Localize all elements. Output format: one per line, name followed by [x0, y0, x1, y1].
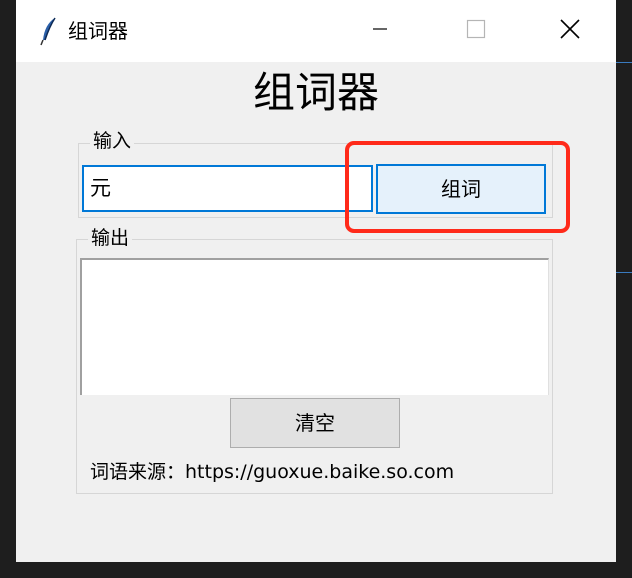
- title-bar[interactable]: 组词器: [16, 0, 616, 62]
- page-title: 组词器: [252, 68, 379, 117]
- minimize-button[interactable]: [362, 14, 398, 48]
- maximize-icon: [466, 19, 486, 43]
- close-button[interactable]: [552, 14, 588, 48]
- close-icon: [559, 18, 581, 44]
- output-group-label: 输出: [88, 227, 133, 249]
- background-editor: [616, 0, 632, 578]
- highlight-annotation: [345, 141, 570, 233]
- minimize-icon: [372, 21, 388, 41]
- clear-button[interactable]: 清空: [230, 398, 400, 448]
- background-line: [616, 272, 632, 273]
- feather-icon: [38, 16, 60, 46]
- maximize-button[interactable]: [458, 14, 494, 48]
- source-label: 词语来源：https://guoxue.baike.so.com: [90, 461, 455, 483]
- word-input[interactable]: 元: [82, 165, 373, 212]
- background-line: [616, 62, 632, 63]
- input-group-label: 输入: [90, 130, 135, 152]
- window-title: 组词器: [68, 19, 128, 43]
- app-window: 组词器 组词器 输入 元 组词 输出 清空 词语来源：https://guoxu…: [16, 0, 616, 562]
- output-textarea[interactable]: [80, 258, 549, 395]
